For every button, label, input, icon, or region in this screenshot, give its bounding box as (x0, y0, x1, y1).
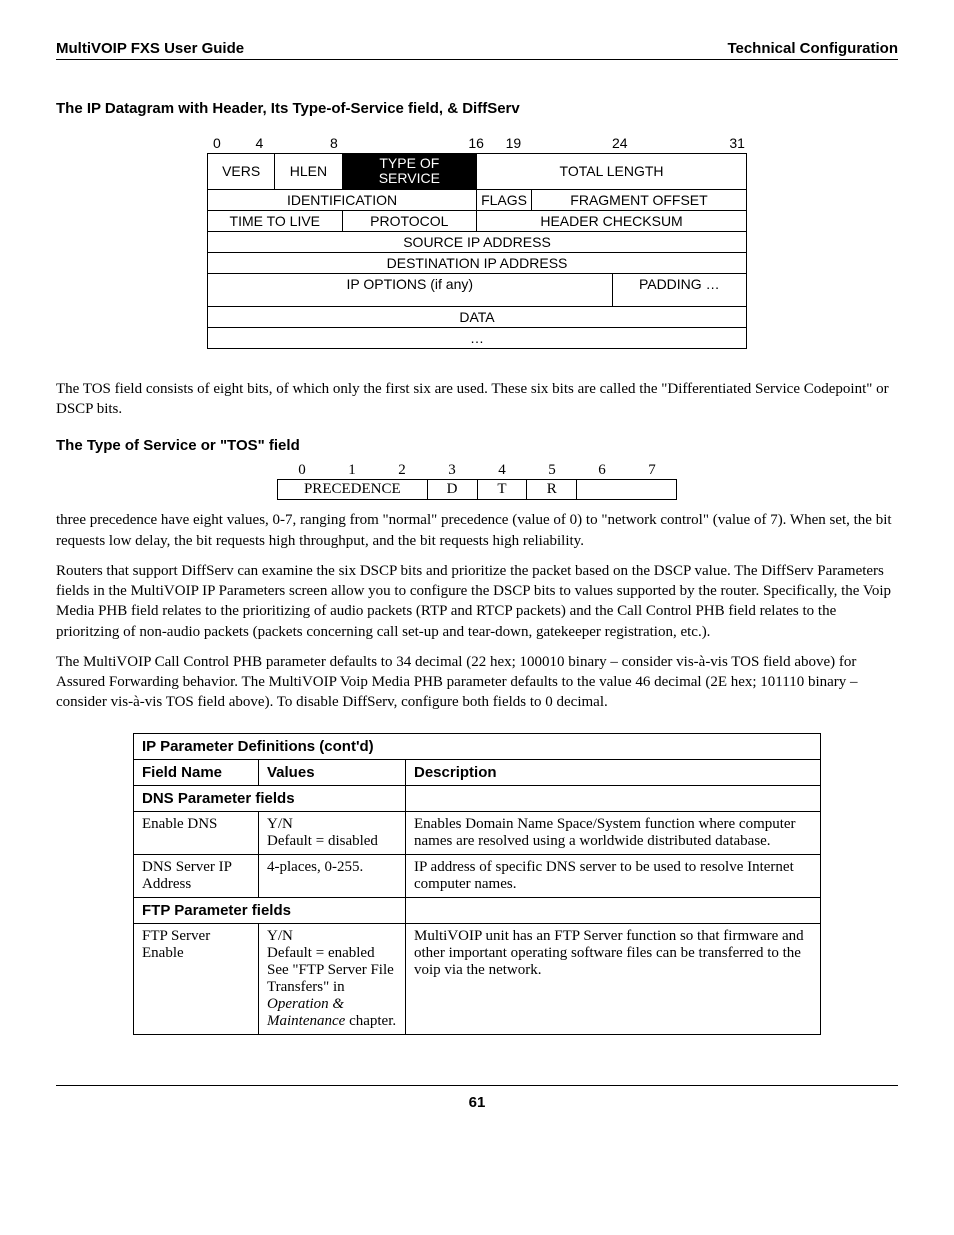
ip-datagram-figure: 0 4 8 16 19 24 31 VERS HLEN TYPE OF SERV… (207, 135, 747, 349)
ipd-ellipsis: … (208, 327, 747, 348)
header-left: MultiVOIP FXS User Guide (56, 40, 244, 57)
defs-desc: MultiVOIP unit has an FTP Server functio… (406, 923, 821, 1034)
ipd-hlen: HLEN (275, 154, 342, 190)
tos-table: PRECEDENCE D T R (277, 479, 677, 500)
tos-bit: 0 (277, 462, 327, 479)
ipd-ttl: TIME TO LIVE (208, 210, 343, 231)
tos-r: R (527, 480, 577, 500)
defs-field: Enable DNS (134, 811, 259, 854)
tos-bit: 5 (527, 462, 577, 479)
bit-label: 4 (256, 135, 330, 151)
defs-values: 4-places, 0-255. (259, 854, 406, 897)
ipd-padding: PADDING … (612, 273, 746, 306)
header-right: Technical Configuration (727, 40, 898, 57)
ipd-flags: FLAGS (477, 189, 532, 210)
ipd-total-length: TOTAL LENGTH (477, 154, 747, 190)
ip-datagram-table: VERS HLEN TYPE OF SERVICE TOTAL LENGTH I… (207, 153, 747, 349)
bit-label: 16 (468, 135, 505, 151)
ipd-options: IP OPTIONS (if any) (208, 273, 613, 306)
tos-figure: 0 1 2 3 4 5 6 7 PRECEDENCE D T R (277, 462, 677, 500)
ipd-tos: TYPE OF SERVICE (342, 154, 477, 190)
tos-bit: 2 (377, 462, 427, 479)
tos-precedence: PRECEDENCE (278, 480, 428, 500)
ftp-group-blank (406, 897, 821, 923)
ipd-fragment-offset: FRAGMENT OFFSET (531, 189, 746, 210)
paragraph-diffserv: Routers that support DiffServ can examin… (56, 561, 898, 642)
defs-title: IP Parameter Definitions (cont'd) (134, 733, 821, 759)
dns-group-blank (406, 785, 821, 811)
section-title: The IP Datagram with Header, Its Type-of… (56, 100, 898, 117)
table-row: DNS Server IP Address 4-places, 0-255. I… (134, 854, 821, 897)
tos-bit: 4 (477, 462, 527, 479)
bit-ruler: 0 4 8 16 19 24 31 (207, 135, 747, 153)
dns-group-head: DNS Parameter fields (134, 785, 406, 811)
ipd-identification: IDENTIFICATION (208, 189, 477, 210)
ftp-group-head: FTP Parameter fields (134, 897, 406, 923)
table-row: FTP Server Enable Y/N Default = enabled … (134, 923, 821, 1034)
tos-blank (577, 480, 677, 500)
tos-bit-ruler: 0 1 2 3 4 5 6 7 (277, 462, 677, 479)
ipd-protocol: PROTOCOL (342, 210, 477, 231)
defs-desc: IP address of specific DNS server to be … (406, 854, 821, 897)
defs-desc: Enables Domain Name Space/System functio… (406, 811, 821, 854)
bit-label: 8 (330, 135, 468, 151)
bit-label: 24 (612, 135, 702, 151)
page-number: 61 (56, 1085, 898, 1111)
defs-col-field: Field Name (134, 759, 259, 785)
ipd-dst-ip: DESTINATION IP ADDRESS (208, 252, 747, 273)
paragraph-precedence: three precedence have eight values, 0-7,… (56, 510, 898, 551)
tos-heading: The Type of Service or "TOS" field (56, 437, 898, 454)
ipd-data: DATA (208, 306, 747, 327)
tos-d: D (427, 480, 477, 500)
tos-bit: 6 (577, 462, 627, 479)
ipd-header-checksum: HEADER CHECKSUM (477, 210, 747, 231)
table-row: Enable DNS Y/N Default = disabled Enable… (134, 811, 821, 854)
bit-label: 0 (213, 135, 256, 151)
bit-label: 19 (506, 135, 612, 151)
ipd-vers: VERS (208, 154, 275, 190)
ipd-src-ip: SOURCE IP ADDRESS (208, 231, 747, 252)
tos-bit: 7 (627, 462, 677, 479)
tos-bit: 3 (427, 462, 477, 479)
defs-col-desc: Description (406, 759, 821, 785)
defs-field: DNS Server IP Address (134, 854, 259, 897)
defs-col-values: Values (259, 759, 406, 785)
paragraph-tos-intro: The TOS field consists of eight bits, of… (56, 379, 898, 420)
tos-bit: 1 (327, 462, 377, 479)
ip-parameter-definitions-table: IP Parameter Definitions (cont'd) Field … (133, 733, 821, 1035)
tos-t: T (477, 480, 527, 500)
defs-values: Y/N Default = disabled (259, 811, 406, 854)
defs-field: FTP Server Enable (134, 923, 259, 1034)
defs-values: Y/N Default = enabled See "FTP Server Fi… (259, 923, 406, 1034)
page-header: MultiVOIP FXS User Guide Technical Confi… (56, 40, 898, 60)
paragraph-phb: The MultiVOIP Call Control PHB parameter… (56, 652, 898, 713)
bit-label: 31 (702, 135, 745, 151)
